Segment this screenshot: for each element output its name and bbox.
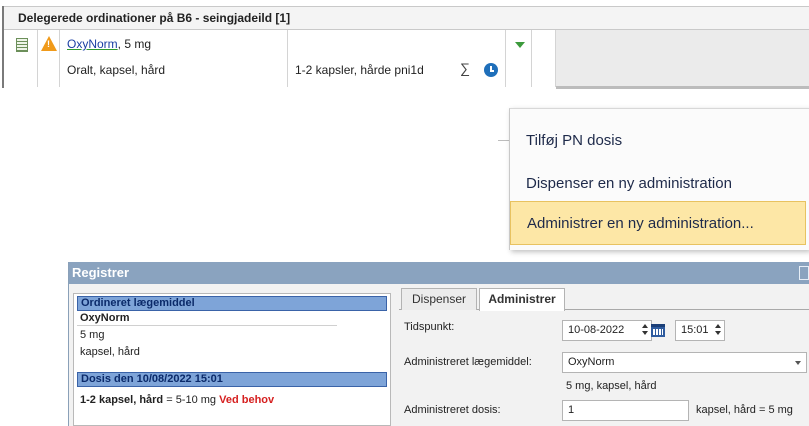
ordered-drug-pane: Ordineret lægemiddel OxyNorm 5 mg kapsel… — [73, 293, 391, 426]
dialog-tabs: Dispenser Administrer — [399, 288, 809, 311]
drug-select-value: OxyNorm — [568, 356, 615, 368]
drug-info: 5 mg, kapsel, hård — [566, 380, 657, 392]
ordination-header: Delegerede ordinationer på B6 - seingjad… — [4, 6, 809, 30]
dose-cell: 1-2 kapsler, hårde pni1d ∑ — [288, 30, 506, 87]
drug-cell: OxyNorm, 5 mg Oralt, kapsel, hård — [60, 30, 288, 87]
menu-item-add-pn-dose[interactable]: Tilføj PN dosis — [510, 119, 806, 163]
time-spinner-icon[interactable] — [715, 324, 721, 336]
menu-item-administer[interactable]: Administrer en ny administration... — [510, 201, 806, 245]
clock-icon[interactable] — [484, 63, 498, 77]
calendar-icon[interactable] — [651, 324, 665, 337]
ordination-panel: Delegerede ordinationer på B6 - seingjad… — [2, 6, 809, 89]
date-field[interactable]: 10-08-2022 — [562, 320, 652, 341]
scroll-edge — [556, 86, 809, 89]
drug-name: OxyNorm, 5 mg — [67, 37, 151, 51]
tab-administrer[interactable]: Administrer — [479, 288, 565, 311]
section-ordered-drug: Ordineret lægemiddel — [77, 296, 387, 311]
ordered-drug-form: kapsel, hård — [80, 346, 140, 358]
register-dialog: Registrer Ordineret lægemiddel OxyNorm 5… — [68, 262, 809, 426]
close-icon[interactable] — [799, 266, 809, 280]
dose-input[interactable]: 1 — [562, 400, 689, 421]
dose-summary: 1-2 kapsel, hård = 5-10 mg Ved behov — [80, 394, 274, 406]
grid-cell — [4, 30, 38, 87]
section-dose: Dosis den 10/08/2022 15:01 — [77, 372, 387, 387]
warning-exclamation: ! — [47, 39, 50, 49]
screenshot-root: Delegerede ordinationer på B6 - seingjad… — [0, 0, 809, 426]
sigma-icon[interactable]: ∑ — [460, 60, 470, 76]
prn-flag: Ved behov — [219, 394, 275, 406]
ordered-drug-name: OxyNorm — [80, 312, 130, 324]
drug-form: Oralt, kapsel, hård — [67, 63, 166, 77]
date-value: 10-08-2022 — [568, 324, 625, 336]
menu-item-dispense[interactable]: Dispenser en ny administration — [510, 162, 806, 206]
empty-cell — [532, 30, 556, 87]
drug-select[interactable]: OxyNorm — [562, 352, 807, 373]
time-value: 15:01 — [681, 324, 709, 336]
tab-dispenser[interactable]: Dispenser — [401, 288, 477, 310]
warning-cell: ! — [38, 30, 60, 87]
dose-range: = 5-10 mg — [163, 394, 220, 406]
date-spinner-icon[interactable] — [642, 324, 648, 336]
drug-strength: , 5 mg — [117, 37, 152, 51]
chevron-down-icon[interactable] — [515, 42, 525, 48]
dropdown-cell[interactable] — [506, 30, 532, 87]
list-icon[interactable] — [16, 38, 28, 52]
dose-bold: 1-2 kapsel, hård — [80, 394, 164, 406]
divider — [77, 325, 337, 326]
time-label: Tidspunkt: — [404, 321, 455, 333]
drug-link[interactable]: OxyNorm — [67, 37, 118, 51]
dose-label: Administreret dosis: — [404, 404, 501, 416]
chevron-down-icon[interactable] — [795, 361, 801, 365]
dialog-title: Registrer — [69, 262, 809, 284]
dose-unit: kapsel, hård = 5 mg — [696, 404, 793, 416]
dose-input-value: 1 — [568, 404, 575, 416]
gray-area — [556, 30, 809, 89]
context-menu: Tilføj PN dosis Dispenser en ny administ… — [509, 108, 809, 250]
drug-label: Administreret lægemiddel: — [404, 356, 532, 368]
ordered-drug-strength: 5 mg — [80, 329, 105, 341]
time-field[interactable]: 15:01 — [675, 320, 725, 341]
dose-text: 1-2 kapsler, hårde pni1d — [295, 63, 424, 77]
ordination-row[interactable]: ! OxyNorm, 5 mg Oralt, kapsel, hård 1-2 … — [4, 30, 809, 89]
